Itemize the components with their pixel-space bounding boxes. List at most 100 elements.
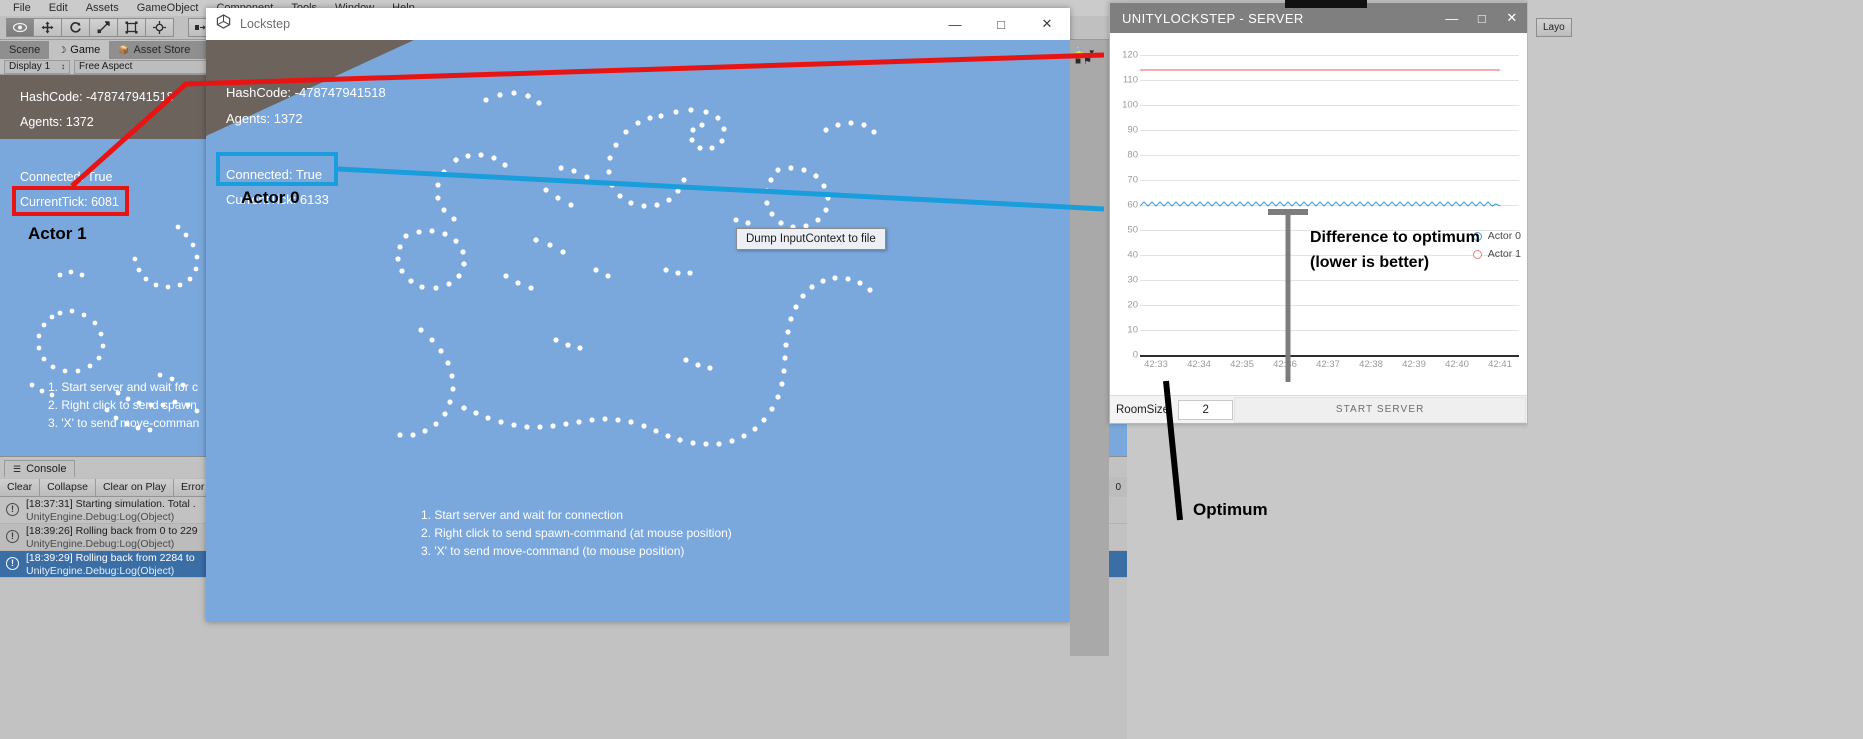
legend-label-actor1: Actor 1 bbox=[1487, 248, 1521, 260]
aspect-dropdown[interactable]: Free Aspect ↕ bbox=[74, 59, 214, 74]
series-actor0-line bbox=[1139, 201, 1501, 207]
log-source: UnityEngine.Debug:Log(Object) bbox=[26, 565, 175, 577]
unity-icon bbox=[216, 14, 231, 34]
xtick-label: 42:40 bbox=[1445, 359, 1469, 370]
actor1-currenttick-highlight-box bbox=[12, 186, 129, 216]
transform-tool-button[interactable] bbox=[146, 18, 174, 37]
lockstep-hint-3: 3. 'X' to send move-command (to mouse po… bbox=[421, 544, 685, 558]
start-server-button[interactable]: START SERVER bbox=[1234, 396, 1526, 423]
legend-dot-actor1 bbox=[1472, 249, 1482, 259]
chart-legend: Actor 0 Actor 1 bbox=[1472, 227, 1521, 263]
tab-scene-label: Scene bbox=[9, 44, 41, 56]
info-icon: ! bbox=[6, 557, 19, 570]
menu-item-edit[interactable]: Edit bbox=[40, 0, 77, 16]
server-chart: 120 110 100 90 80 70 60 50 40 30 20 10 0 bbox=[1110, 33, 1527, 393]
xtick-label: 42:38 bbox=[1359, 359, 1383, 370]
menu-item-gameobject[interactable]: GameObject bbox=[128, 0, 208, 16]
lockstep-hashcode-text: HashCode: -478747941518 bbox=[226, 85, 386, 100]
xtick-label: 42:36 bbox=[1273, 359, 1297, 370]
move-tool-button[interactable] bbox=[34, 18, 62, 37]
legend-label-actor0: Actor 0 bbox=[1487, 230, 1521, 242]
tab-game-label: Game bbox=[70, 44, 101, 56]
minimize-icon[interactable]: — bbox=[932, 8, 978, 40]
inspector-icon-row: ■ ⚑ bbox=[1075, 56, 1105, 71]
store-icon: 📦 bbox=[118, 44, 130, 55]
roomsize-input[interactable]: 2 bbox=[1178, 399, 1234, 420]
x-axis-ticks: 42:33 42:34 42:35 42:36 42:37 42:38 42:3… bbox=[1110, 359, 1529, 375]
tab-game[interactable]: ☽ Game bbox=[49, 41, 110, 59]
xtick-label: 42:34 bbox=[1187, 359, 1211, 370]
display-dropdown-label: Display 1 bbox=[9, 61, 51, 72]
maximize-icon[interactable]: □ bbox=[1467, 3, 1497, 33]
log-message: [18:39:26] Rolling back from 0 to 229 bbox=[26, 525, 198, 537]
tag-icon[interactable]: ⚑ bbox=[1083, 56, 1092, 71]
xtick-label: 42:39 bbox=[1402, 359, 1426, 370]
log-source: UnityEngine.Debug:Log(Object) bbox=[26, 511, 175, 523]
chevron-updown-icon: ↕ bbox=[61, 62, 65, 71]
lockstep-hints: 1. Start server and wait for connection … bbox=[421, 506, 732, 560]
game-connected-text: Connected: True bbox=[20, 170, 113, 184]
lockstep-agents-text: Agents: 1372 bbox=[226, 111, 303, 126]
info-icon: ! bbox=[6, 503, 19, 516]
server-caption-buttons: — □ ✕ bbox=[1437, 3, 1527, 33]
roomsize-label: RoomSize: bbox=[1116, 403, 1173, 416]
lockstep-window[interactable]: Lockstep — □ ✕ HashCode: -478747941518 A… bbox=[206, 8, 1070, 622]
menu-item-assets[interactable]: Assets bbox=[77, 0, 128, 16]
server-footer: RoomSize: 2 START SERVER bbox=[1110, 395, 1527, 423]
game-icon: ☽ bbox=[58, 44, 67, 55]
console-icon: ☰ bbox=[13, 463, 22, 474]
annotation-actor1-label: Actor 1 bbox=[28, 224, 87, 243]
unity-inspector-strip bbox=[1070, 40, 1109, 656]
scale-tool-button[interactable] bbox=[90, 18, 118, 37]
layout-dropdown-button[interactable]: Layo bbox=[1536, 18, 1572, 37]
tab-asset-store[interactable]: 📦 Asset Store bbox=[109, 41, 200, 59]
layers-icon[interactable]: ■ bbox=[1075, 56, 1081, 71]
xtick-label: 42:41 bbox=[1488, 359, 1512, 370]
annotation-optimum-label: Optimum bbox=[1193, 500, 1268, 519]
rect-tool-button[interactable] bbox=[118, 18, 146, 37]
game-hints-actor1: 1. Start server and wait for c 2. Right … bbox=[48, 378, 199, 432]
lockstep-game-body[interactable]: HashCode: -478747941518 Agents: 1372 Con… bbox=[206, 40, 1070, 622]
lockstep-title-text: Lockstep bbox=[240, 17, 291, 31]
tab-console[interactable]: ☰ Console bbox=[4, 460, 76, 477]
hand-tool-button[interactable] bbox=[6, 18, 34, 37]
far-right-panel: Layo bbox=[1528, 0, 1863, 739]
server-title-text: UNITYLOCKSTEP - SERVER bbox=[1122, 10, 1304, 26]
console-collapse-button[interactable]: Collapse bbox=[40, 478, 96, 496]
log-message: [18:37:31] Starting simulation. Total . bbox=[26, 498, 196, 510]
dump-inputcontext-tooltip[interactable]: Dump InputContext to file bbox=[736, 228, 886, 250]
xtick-label: 42:33 bbox=[1144, 359, 1168, 370]
legend-item-actor0[interactable]: Actor 0 bbox=[1472, 227, 1521, 245]
tab-scene[interactable]: Scene bbox=[0, 41, 50, 59]
game-hint-3: 3. 'X' to send move-comman bbox=[48, 416, 200, 430]
game-hint-1: 1. Start server and wait for c bbox=[48, 380, 199, 394]
annotation-actor0-label: Actor 0 bbox=[241, 188, 300, 207]
lockstep-hint-2: 2. Right click to send spawn-command (at… bbox=[421, 526, 732, 540]
minimize-icon[interactable]: — bbox=[1437, 3, 1467, 33]
console-clear-button[interactable]: Clear bbox=[0, 478, 41, 496]
server-window[interactable]: UNITYLOCKSTEP - SERVER — □ ✕ 120 110 100… bbox=[1109, 2, 1528, 424]
lockstep-hint-1: 1. Start server and wait for connection bbox=[421, 508, 624, 522]
tab-asset-store-label: Asset Store bbox=[133, 44, 191, 56]
lockstep-caption-buttons: — □ ✕ bbox=[932, 8, 1070, 40]
menu-item-file[interactable]: File bbox=[4, 0, 40, 16]
aspect-dropdown-label: Free Aspect bbox=[79, 61, 133, 72]
game-hint-2: 2. Right click to send spawn bbox=[48, 398, 197, 412]
maximize-icon[interactable]: □ bbox=[978, 8, 1024, 40]
console-tab-label: Console bbox=[26, 463, 67, 475]
legend-item-actor1[interactable]: Actor 1 bbox=[1472, 245, 1521, 263]
annotation-difference-line1: Difference to optimum bbox=[1310, 229, 1480, 246]
close-icon[interactable]: ✕ bbox=[1024, 8, 1070, 40]
xtick-label: 42:35 bbox=[1230, 359, 1254, 370]
xtick-label: 42:37 bbox=[1316, 359, 1340, 370]
rotate-tool-button[interactable] bbox=[62, 18, 90, 37]
game-agents-text: Agents: 1372 bbox=[20, 115, 94, 129]
log-message: [18:39:29] Rolling back from 2284 to bbox=[26, 552, 195, 564]
actor0-currenttick-highlight-box bbox=[216, 152, 338, 186]
lockstep-title-bar[interactable]: Lockstep — □ ✕ bbox=[206, 8, 1070, 40]
console-clear-on-play-button[interactable]: Clear on Play bbox=[95, 478, 174, 496]
black-strip bbox=[1285, 0, 1367, 8]
log-source: UnityEngine.Debug:Log(Object) bbox=[26, 538, 175, 550]
close-icon[interactable]: ✕ bbox=[1497, 3, 1527, 33]
display-dropdown[interactable]: Display 1 ↕ bbox=[4, 59, 70, 74]
